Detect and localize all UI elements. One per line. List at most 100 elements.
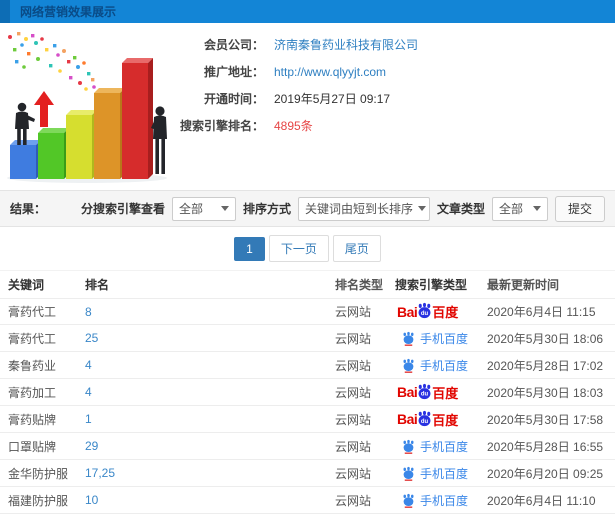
next-page-button[interactable]: 下一页 — [268, 235, 329, 262]
result-label: 结果： — [10, 202, 47, 216]
mobile-baidu-paw-icon — [403, 493, 414, 508]
engine-rank-value: 4895条 — [274, 118, 313, 135]
engine-cell: Bai du 百度 — [395, 383, 487, 402]
updated-cell: 2020年5月30日 18:06 — [487, 331, 604, 346]
mobile-baidu-paw-icon — [403, 466, 414, 481]
engine-rank-label: 搜索引擎排名： — [179, 119, 264, 133]
keyword-cell: 膏药代工 — [8, 305, 57, 319]
baidu-bai-text: Bai — [397, 303, 418, 320]
info-section: 会员公司： 济南秦鲁药业科技有限公司推广地址： http://www.qlyyjt.… — [0, 23, 615, 190]
rank-link[interactable]: 17,25 — [85, 466, 115, 480]
caret-down-icon — [417, 206, 426, 211]
table-body: 膏药代工 8 云网站 Bai du 百度 2020年6月4日 11:15 膏药代工 25 云网站手… — [0, 298, 615, 514]
col-header-engine-type: 搜索引擎类型 — [395, 278, 468, 292]
page-1-button[interactable]: 1 — [234, 236, 265, 261]
page-title: 网络营销效果展示 — [20, 5, 117, 19]
filter-bar: 结果： 分搜索引擎查看 全部 排序方式 关键词由短到长排序 文章类型 全部 提交 — [0, 190, 615, 227]
keyword-cell: 膏药加工 — [8, 385, 57, 400]
engine-select[interactable]: 全部 — [171, 196, 236, 221]
rank-link[interactable]: 29 — [85, 439, 98, 453]
updated-cell: 2020年5月30日 17:58 — [487, 412, 604, 427]
col-header-keyword: 关键词 — [8, 278, 45, 292]
engine-select-value: 全部 — [178, 202, 203, 216]
table-row: 膏药代工 8 云网站 Bai du 百度 2020年6月4日 11:15 — [0, 298, 615, 325]
info-field-open-time: 开通时间： 2019年5月27日 09:17 — [172, 91, 418, 108]
info-field-promo-url: 推广地址： http://www.qlyyjt.com — [172, 64, 418, 81]
table-row: 膏药代工 25 云网站 手机百度 2020年5月30日 18:06 — [0, 325, 615, 352]
updated-cell: 2020年5月30日 18:03 — [487, 385, 604, 400]
baidu-cn-text: 百度 — [432, 412, 459, 428]
mobile-baidu-label: 手机百度 — [420, 439, 469, 454]
col-header-updated: 最新更新时间 — [487, 278, 560, 292]
rank-type-cell: 云网站 — [335, 493, 372, 508]
table-row: 福建防护服 10 云网站 手机百度 2020年6月4日 11:10 — [0, 487, 615, 514]
table-row: 膏药贴牌 1 云网站 Bai du 百度 2020年5月30日 17:58 — [0, 406, 615, 433]
keyword-cell: 膏药代工 — [8, 331, 57, 346]
mobile-baidu-label: 手机百度 — [420, 466, 469, 481]
sort-select[interactable]: 关键词由短到长排序 — [297, 196, 430, 221]
updated-cell: 2020年6月20日 09:25 — [487, 466, 604, 481]
rank-link[interactable]: 4 — [85, 385, 92, 399]
rank-link[interactable]: 4 — [85, 358, 92, 372]
open-time-value: 2019年5月27日 09:17 — [274, 92, 391, 106]
mobile-baidu-label: 手机百度 — [420, 331, 469, 346]
table-row: 秦鲁药业 4 云网站 手机百度 2020年5月28日 17:02 — [0, 352, 615, 379]
caret-down-icon — [532, 206, 541, 211]
rank-count: 4895 — [274, 119, 301, 133]
promo-url-label: 推广地址： — [203, 65, 264, 79]
updated-cell: 2020年6月4日 11:10 — [487, 493, 596, 508]
submit-button[interactable]: 提交 — [554, 195, 605, 222]
rank-type-cell: 云网站 — [335, 305, 372, 319]
rank-type-cell: 云网站 — [335, 439, 372, 454]
caret-down-icon — [220, 206, 229, 211]
rank-type-cell: 云网站 — [335, 385, 372, 400]
table-header-row: 关键词 排名 排名类型 搜索引擎类型 最新更新时间 — [0, 270, 615, 298]
last-page-button[interactable]: 尾页 — [332, 235, 381, 262]
promo-url-value[interactable]: http://www.qlyyjt.com — [274, 64, 386, 81]
member-company-value[interactable]: 济南秦鲁药业科技有限公司 — [274, 37, 418, 54]
table-row: 金华防护服 17,25 云网站 手机百度 2020年6月20日 09:25 — [0, 460, 615, 487]
svg-text:du: du — [421, 311, 429, 317]
info-fields: 会员公司： 济南秦鲁药业科技有限公司推广地址： http://www.qlyyjt.… — [172, 37, 418, 145]
baidu-logo: Bai du 百度 — [397, 302, 458, 321]
engine-cell: 手机百度 — [395, 357, 487, 374]
baidu-bai-text: Bai — [397, 384, 418, 400]
article-type-select[interactable]: 全部 — [491, 196, 548, 221]
engine-filter-label: 分搜索引擎查看 — [80, 202, 165, 216]
rank-cell: 8 — [85, 305, 335, 319]
baidu-paw-icon: du — [418, 383, 431, 399]
info-field-member-company: 会员公司： 济南秦鲁药业科技有限公司 — [172, 37, 418, 54]
rank-link[interactable]: 25 — [85, 331, 98, 345]
table-row: 口罩贴牌 29 云网站 手机百度 2020年5月28日 16:55 — [0, 433, 615, 460]
engine-cell: 手机百度 — [395, 492, 487, 509]
svg-text:du: du — [421, 391, 429, 397]
engine-cell: 手机百度 — [395, 438, 487, 455]
page-header: 网络营销效果展示 — [0, 0, 615, 23]
mobile-baidu-logo: 手机百度 — [401, 492, 468, 509]
rank-link[interactable]: 10 — [85, 493, 98, 507]
baidu-paw-icon: du — [418, 410, 431, 426]
engine-cell: 手机百度 — [395, 465, 487, 482]
keyword-cell: 福建防护服 — [8, 493, 69, 508]
baidu-logo: Bai du 百度 — [397, 383, 458, 402]
mobile-baidu-label: 手机百度 — [420, 358, 469, 373]
mobile-baidu-paw-icon — [403, 331, 414, 346]
rank-link[interactable]: 1 — [85, 412, 92, 426]
rank-type-cell: 云网站 — [335, 358, 372, 373]
rank-cell: 25 — [85, 331, 335, 345]
updated-cell: 2020年5月28日 17:02 — [487, 358, 604, 373]
keyword-cell: 秦鲁药业 — [8, 358, 57, 373]
keyword-cell: 金华防护服 — [8, 466, 69, 481]
rank-cell: 1 — [85, 412, 335, 426]
baidu-paw-icon: du — [418, 302, 431, 319]
open-time-label: 开通时间： — [203, 92, 264, 106]
rank-link[interactable]: 8 — [85, 305, 92, 319]
keyword-cell: 膏药贴牌 — [8, 412, 57, 427]
results-table: 关键词 排名 排名类型 搜索引擎类型 最新更新时间 膏药代工 8 云网站 Bai du 百度 202… — [0, 270, 615, 514]
mobile-baidu-logo: 手机百度 — [401, 330, 468, 347]
rank-cell: 4 — [85, 358, 335, 372]
mobile-baidu-paw-icon — [403, 439, 414, 454]
mobile-baidu-logo: 手机百度 — [401, 438, 468, 455]
sort-select-value: 关键词由短到长排序 — [304, 202, 413, 216]
header-left-accent — [0, 0, 10, 23]
